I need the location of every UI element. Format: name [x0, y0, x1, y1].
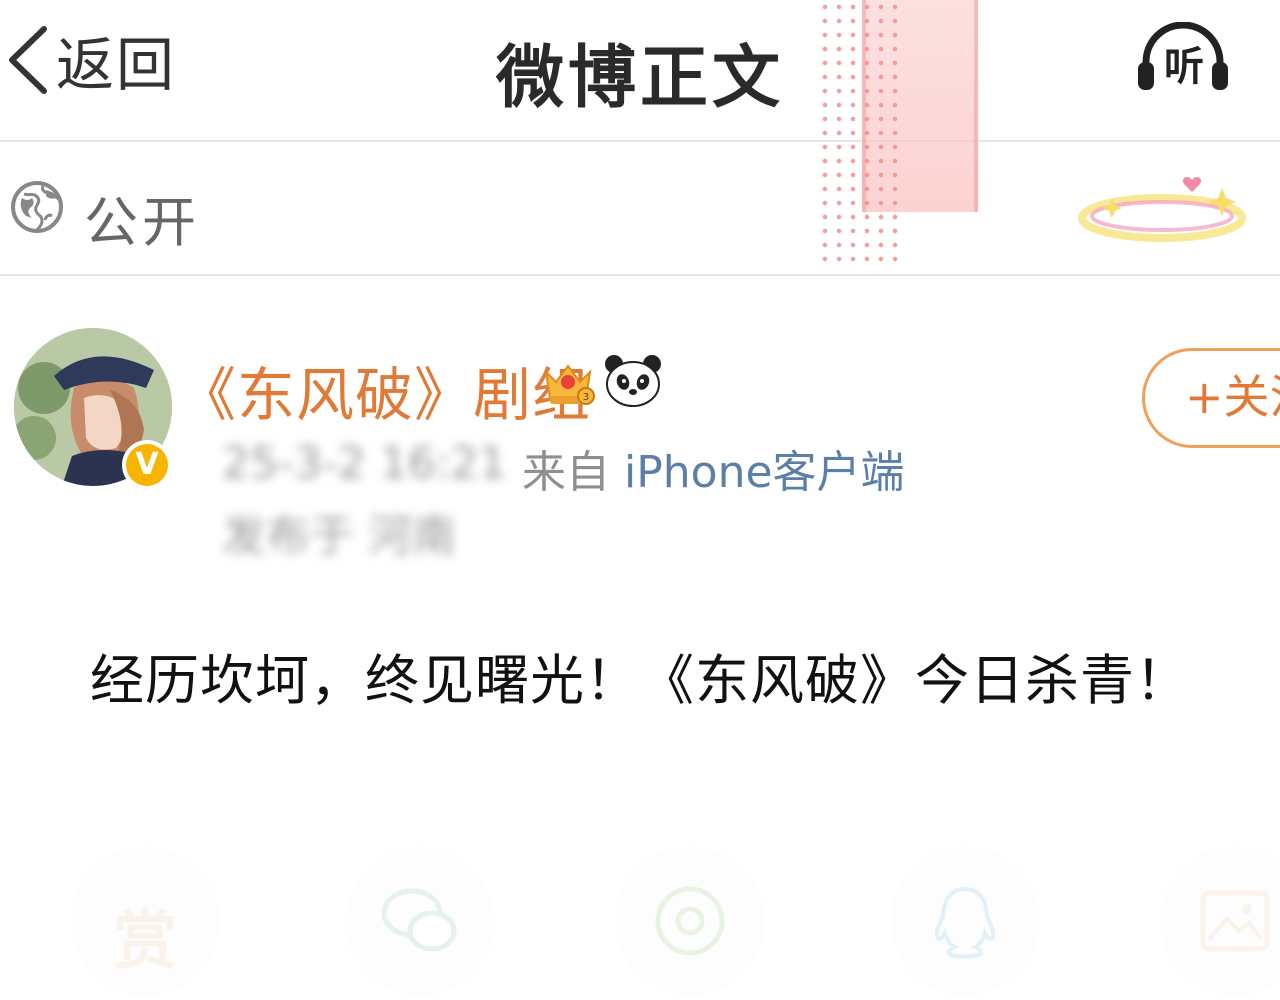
author-name[interactable]: 《东风破》剧组 — [178, 348, 591, 432]
moments-button[interactable] — [615, 846, 765, 996]
source-prefix: 来自 — [522, 447, 610, 498]
comment-button[interactable] — [345, 846, 495, 996]
follow-button[interactable]: +关注 — [1142, 348, 1280, 448]
page-title: 微博正文 — [495, 39, 784, 118]
source-device-link[interactable]: iPhone客户端 — [624, 447, 905, 498]
nav-header: 返回 微博正文 听 — [0, 0, 1280, 142]
qq-button[interactable] — [890, 846, 1040, 996]
listen-label: 听 — [1164, 44, 1204, 90]
sparkle-ring-decoration — [1078, 177, 1246, 242]
post-location: 发布于 河南 — [222, 511, 456, 562]
lens-icon — [655, 886, 725, 956]
post-source: 来自 iPhone客户端 — [522, 436, 905, 500]
panda-icon — [605, 355, 661, 407]
action-bar: 赏 — [0, 840, 1280, 1000]
crown-icon: 3 — [544, 364, 595, 405]
visibility-label: 公开 — [84, 191, 200, 254]
reward-label: 赏 — [113, 905, 177, 979]
svg-text:3: 3 — [583, 392, 589, 403]
listen-button[interactable]: 听 — [1136, 22, 1230, 94]
verified-badge: V — [122, 440, 172, 490]
post-time: 25-3-2 16:21 — [222, 438, 507, 489]
reward-button[interactable]: 赏 — [70, 846, 220, 996]
globe-icon — [11, 181, 63, 233]
comment-icon — [381, 888, 457, 952]
post-text: 经历坎坷，终见曙光！《东风破》今日杀青！ — [90, 649, 1190, 712]
verified-v-icon: V — [126, 444, 168, 486]
image-icon — [1200, 890, 1270, 952]
qq-icon — [934, 886, 996, 959]
decorative-dots — [818, 0, 902, 262]
image-button[interactable] — [1160, 846, 1280, 996]
